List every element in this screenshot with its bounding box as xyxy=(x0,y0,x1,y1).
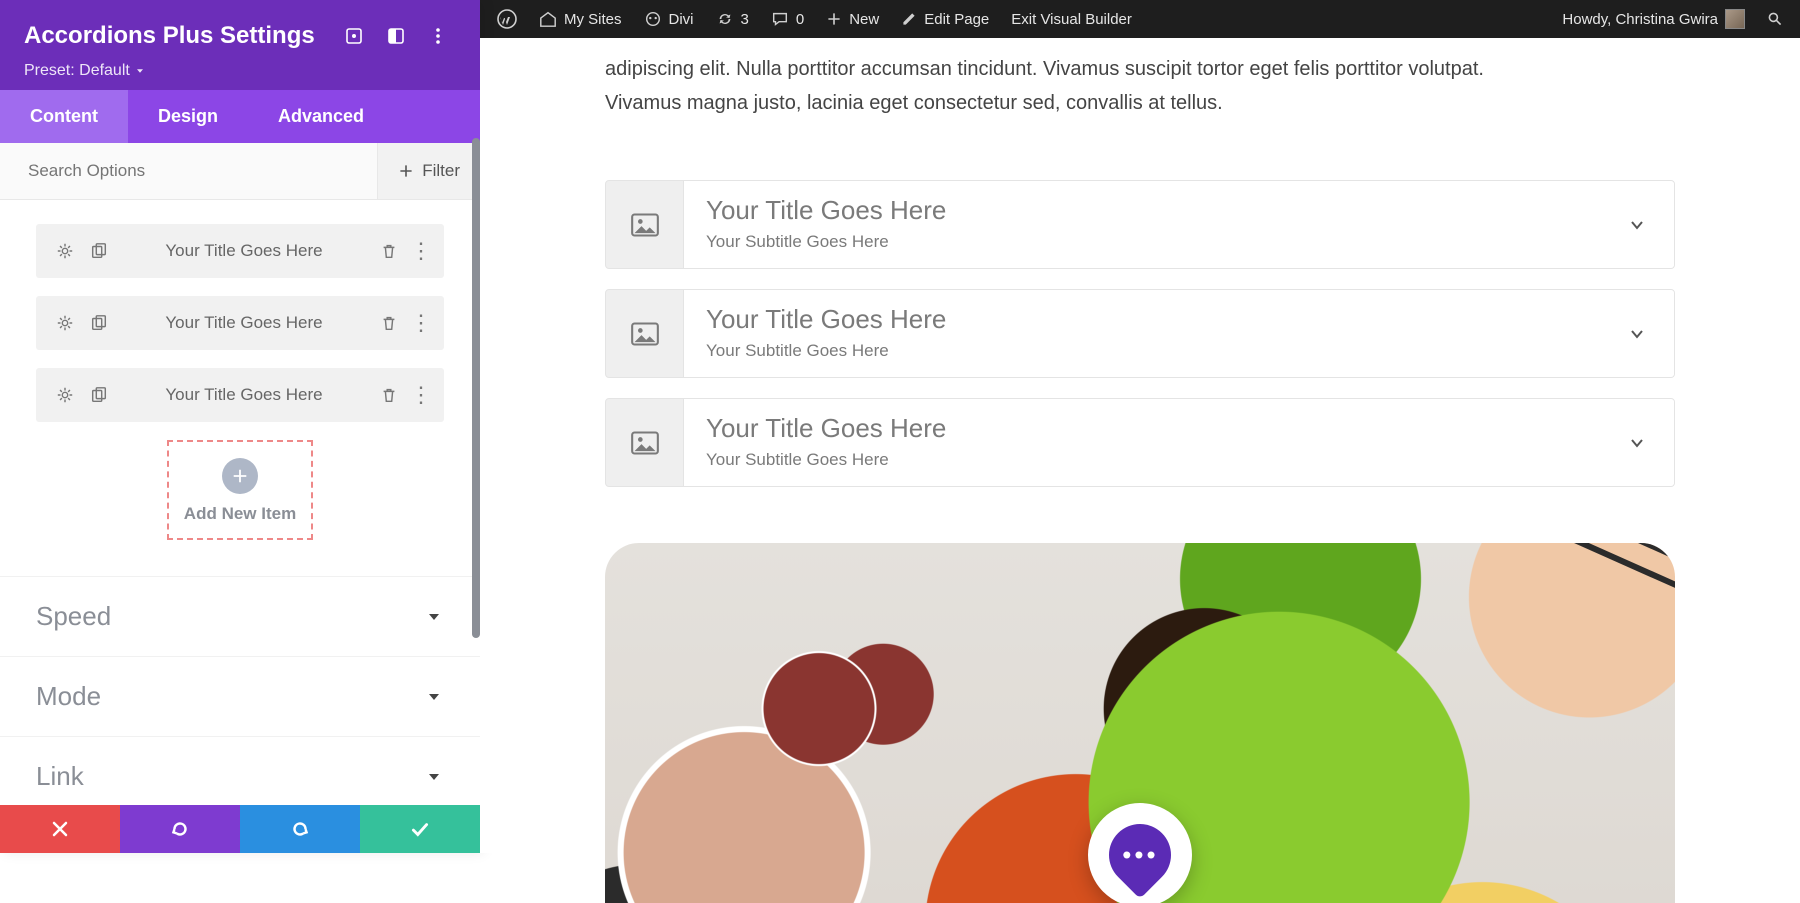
redo-button[interactable] xyxy=(240,805,360,853)
page-preview: adipiscing elit. Nulla porttitor accumsa… xyxy=(480,38,1800,853)
exit-visual-builder[interactable]: Exit Visual Builder xyxy=(1000,0,1143,38)
kebab-icon[interactable]: ⋮ xyxy=(410,382,432,408)
image-icon xyxy=(606,181,684,268)
plus-icon xyxy=(222,458,258,494)
chat-icon: ••• xyxy=(1096,811,1184,899)
section-mode[interactable]: Mode xyxy=(0,656,480,736)
tab-advanced[interactable]: Advanced xyxy=(248,90,394,143)
image-icon xyxy=(606,399,684,486)
hero-image: ••• xyxy=(605,543,1675,903)
panel-tabs: Content Design Advanced xyxy=(0,90,480,143)
section-link[interactable]: Link xyxy=(0,736,480,805)
comments-count: 0 xyxy=(796,11,804,28)
new[interactable]: New xyxy=(815,0,890,38)
chevron-down-icon[interactable] xyxy=(1600,181,1674,268)
filter-button[interactable]: Filter xyxy=(377,143,480,199)
panel-title: Accordions Plus Settings xyxy=(24,22,330,50)
accordion-item[interactable]: Your Title Goes Here Your Subtitle Goes … xyxy=(605,180,1675,269)
options-search-row: Filter xyxy=(0,143,480,200)
undo-button[interactable] xyxy=(120,805,240,853)
sync[interactable]: 3 xyxy=(705,0,760,38)
snap-icon[interactable] xyxy=(378,18,414,54)
kebab-icon[interactable] xyxy=(420,18,456,54)
list-item[interactable]: Your Title Goes Here ⋮ xyxy=(36,368,444,422)
chevron-down-icon xyxy=(424,607,444,627)
save-button[interactable] xyxy=(360,805,480,853)
expand-icon[interactable] xyxy=(336,18,372,54)
duplicate-icon[interactable] xyxy=(88,240,110,262)
search-input[interactable] xyxy=(28,143,377,199)
accordion-title: Your Title Goes Here xyxy=(706,304,1578,335)
list-item[interactable]: Your Title Goes Here ⋮ xyxy=(36,296,444,350)
duplicate-icon[interactable] xyxy=(88,312,110,334)
list-item[interactable]: Your Title Goes Here ⋮ xyxy=(36,224,444,278)
intro-text: adipiscing elit. Nulla porttitor accumsa… xyxy=(605,52,1675,120)
gear-icon[interactable] xyxy=(54,312,76,334)
list-item-label: Your Title Goes Here xyxy=(116,241,372,261)
gear-icon[interactable] xyxy=(54,384,76,406)
preset-label: Preset: Default xyxy=(24,62,130,80)
chopsticks-decoration xyxy=(1239,543,1675,577)
sync-count: 3 xyxy=(741,11,749,28)
chevron-down-icon xyxy=(424,767,444,787)
wp-admin-bar: My Sites Divi 3 0 New Edit Page Exit Vis… xyxy=(480,0,1800,38)
tab-design[interactable]: Design xyxy=(128,90,248,143)
comments[interactable]: 0 xyxy=(760,0,815,38)
add-new-label: Add New Item xyxy=(175,504,305,524)
trash-icon[interactable] xyxy=(378,312,400,334)
accordion-item[interactable]: Your Title Goes Here Your Subtitle Goes … xyxy=(605,398,1675,487)
tab-content[interactable]: Content xyxy=(0,90,128,143)
panel-sections: Speed Mode Link Background xyxy=(0,576,480,805)
add-new-item[interactable]: Add New Item xyxy=(167,440,313,540)
chevron-down-icon[interactable] xyxy=(1600,399,1674,486)
section-label: Link xyxy=(36,761,84,792)
section-label: Speed xyxy=(36,601,111,632)
gear-icon[interactable] xyxy=(54,240,76,262)
preset-selector[interactable]: Preset: Default xyxy=(24,62,456,80)
site-name[interactable]: Divi xyxy=(633,0,705,38)
intro-line-2: Vivamus magna justo, lacinia eget consec… xyxy=(605,86,1675,120)
trash-icon[interactable] xyxy=(378,240,400,262)
section-label: Mode xyxy=(36,681,101,712)
accordion-subtitle: Your Subtitle Goes Here xyxy=(706,232,1578,252)
edit-page-label: Edit Page xyxy=(924,11,989,28)
list-item-label: Your Title Goes Here xyxy=(116,313,372,333)
accordion-title: Your Title Goes Here xyxy=(706,195,1578,226)
image-icon xyxy=(606,290,684,377)
admin-search[interactable] xyxy=(1756,0,1794,38)
duplicate-icon[interactable] xyxy=(88,384,110,406)
accordion-subtitle: Your Subtitle Goes Here xyxy=(706,341,1578,361)
account[interactable]: Howdy, Christina Gwira xyxy=(1551,0,1756,38)
edit-page[interactable]: Edit Page xyxy=(890,0,1000,38)
my-sites-label: My Sites xyxy=(564,11,622,28)
chat-fab[interactable]: ••• xyxy=(1088,803,1192,903)
accordion-module: Your Title Goes Here Your Subtitle Goes … xyxy=(605,180,1675,487)
trash-icon[interactable] xyxy=(378,384,400,406)
panel-scrollbar[interactable] xyxy=(472,138,480,638)
accordion-title: Your Title Goes Here xyxy=(706,413,1578,444)
exit-vb-label: Exit Visual Builder xyxy=(1011,11,1132,28)
panel-footer xyxy=(0,805,480,853)
site-name-label: Divi xyxy=(669,11,694,28)
chevron-down-icon xyxy=(424,687,444,707)
kebab-icon[interactable]: ⋮ xyxy=(410,310,432,336)
intro-line-1: adipiscing elit. Nulla porttitor accumsa… xyxy=(605,52,1675,86)
my-sites[interactable]: My Sites xyxy=(528,0,633,38)
filter-label: Filter xyxy=(422,161,460,181)
list-item-label: Your Title Goes Here xyxy=(116,385,372,405)
wp-logo[interactable] xyxy=(486,0,528,38)
accordion-subtitle: Your Subtitle Goes Here xyxy=(706,450,1578,470)
items-list: Your Title Goes Here ⋮ Your Title Goes H… xyxy=(0,200,480,576)
kebab-icon[interactable]: ⋮ xyxy=(410,238,432,264)
chevron-down-icon[interactable] xyxy=(1600,290,1674,377)
new-label: New xyxy=(849,11,879,28)
panel-header: Accordions Plus Settings Preset: Default xyxy=(0,0,480,90)
accordion-item[interactable]: Your Title Goes Here Your Subtitle Goes … xyxy=(605,289,1675,378)
section-speed[interactable]: Speed xyxy=(0,576,480,656)
cancel-button[interactable] xyxy=(0,805,120,853)
howdy-label: Howdy, Christina Gwira xyxy=(1562,11,1718,28)
settings-panel: Accordions Plus Settings Preset: Default… xyxy=(0,0,480,853)
avatar xyxy=(1725,9,1745,29)
